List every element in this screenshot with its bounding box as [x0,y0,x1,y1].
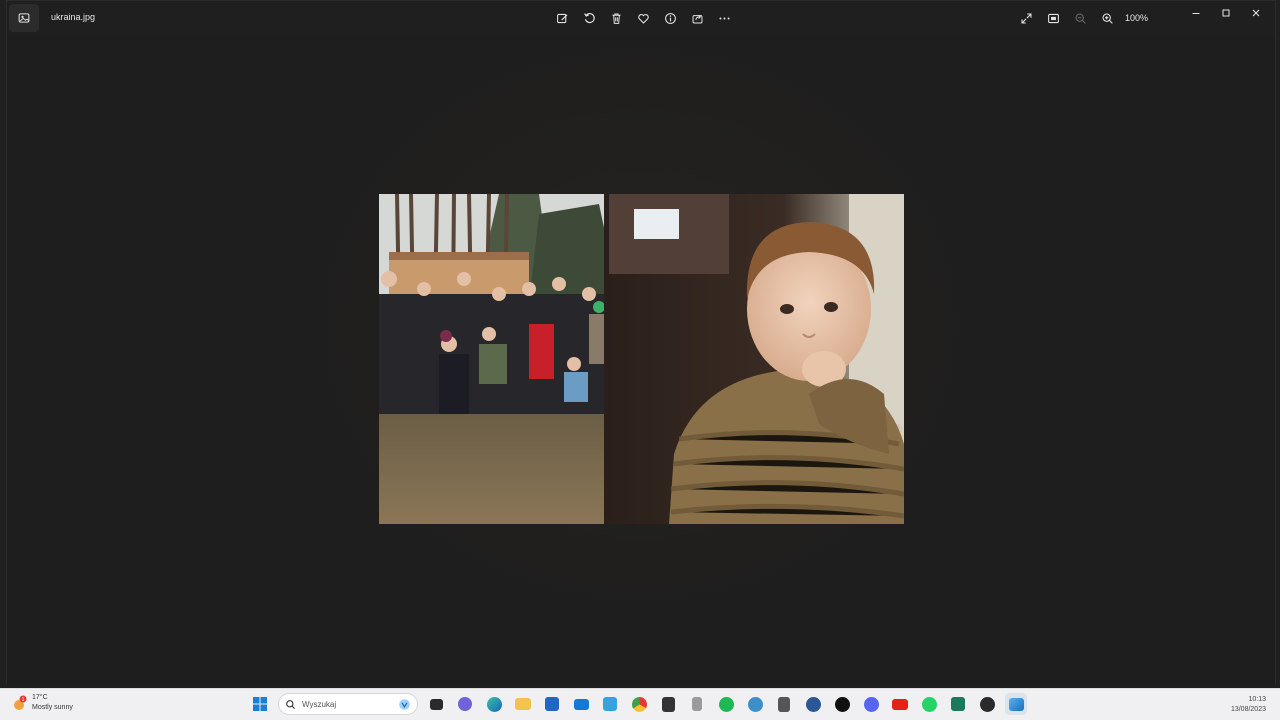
youtube-app-button[interactable] [889,693,911,715]
tiktok-icon [834,696,850,712]
copilot-icon [399,698,410,710]
trash-icon [611,13,621,24]
system-clock[interactable]: 10:13 13/08/2023 [1231,695,1266,715]
start-button[interactable] [249,693,271,715]
expand-icon [1021,13,1031,23]
rotate-button[interactable] [578,7,600,29]
edge-icon [486,696,502,712]
taskbar-apps: Wyszukaj [249,693,1027,715]
shield-icon [661,696,675,712]
photos-app-button[interactable] [1005,693,1027,715]
favorite-button[interactable] [632,7,654,29]
signal-icon [805,696,821,712]
discord-app-button[interactable] [860,693,882,715]
security-icon [778,696,790,712]
windows-logo-icon [253,697,267,711]
tools-app-button[interactable] [686,693,708,715]
fit-to-window-button[interactable] [1042,7,1064,29]
task-view-icon [429,698,443,710]
image-toolbar [551,7,735,29]
tiktok-app-button[interactable] [831,693,853,715]
network-app-button[interactable] [744,693,766,715]
whatsapp-app-button[interactable] [918,693,940,715]
edit-image-button[interactable] [551,7,573,29]
file-explorer-button[interactable] [512,693,534,715]
edge-app-button[interactable] [483,693,505,715]
info-button[interactable] [659,7,681,29]
editor-icon [951,697,965,711]
pen-icon [603,697,617,711]
rotate-icon [583,12,595,23]
search-icon [286,699,296,709]
youtube-icon [892,698,908,710]
maximize-button[interactable] [1211,1,1241,25]
spotify-icon [718,696,734,712]
taskbar: 1 17°C Mostly sunny Wyszukaj 10:13 13/08… [0,688,1280,720]
mail-icon [573,698,589,710]
chrome-icon [631,696,647,712]
discord-icon [863,696,879,712]
more-icon [718,17,730,19]
more-button[interactable] [713,7,735,29]
fullscreen-button[interactable] [1015,7,1037,29]
close-icon [1252,9,1260,17]
info-icon [664,12,676,24]
zoom-out-button[interactable] [1069,7,1091,29]
photos-app-icon[interactable] [9,4,39,32]
heart-icon [637,13,649,24]
window-controls [1181,1,1271,25]
zoom-in-button[interactable] [1096,7,1118,29]
clock-time: 10:13 [1248,696,1266,703]
network-icon [747,696,763,712]
photo-collage-image [379,194,904,524]
photos-window: ukraina.jpg 100% [6,0,1276,685]
minimize-icon [1192,13,1200,14]
weather-badge: 1 [22,697,25,703]
chat-app-button[interactable] [454,693,476,715]
file-name: ukraina.jpg [51,12,96,22]
share-button[interactable] [686,7,708,29]
title-bar: ukraina.jpg 100% [7,1,1275,35]
editor-app-button[interactable] [947,693,969,715]
zoom-out-icon [1075,13,1086,24]
displayed-photo[interactable] [379,194,904,524]
delete-button[interactable] [605,7,627,29]
security-app-button[interactable] [773,693,795,715]
zoom-level[interactable]: 100% [1125,13,1148,23]
store-icon [545,697,559,711]
task-view-button[interactable] [425,693,447,715]
mail-app-button[interactable] [570,693,592,715]
clock-date: 13/08/2023 [1230,706,1266,713]
weather-temperature: 17°C [32,694,48,701]
folder-icon [515,698,531,710]
weather-widget[interactable]: 1 17°C Mostly sunny [12,693,73,713]
fit-window-icon [1047,13,1059,23]
weather-condition: Mostly sunny [32,704,73,711]
minimize-button[interactable] [1181,1,1211,25]
close-button[interactable] [1241,1,1271,25]
spotify-app-button[interactable] [715,693,737,715]
whatsapp-icon [921,696,937,712]
pen-app-button[interactable] [599,693,621,715]
chat-icon [458,697,472,711]
obs-icon [979,696,995,712]
obs-app-button[interactable] [976,693,998,715]
chrome-app-button[interactable] [628,693,650,715]
taskbar-search[interactable]: Wyszukaj [278,693,418,715]
share-icon [692,14,702,23]
image-canvas[interactable] [7,35,1275,685]
shield-app-button[interactable] [657,693,679,715]
wrench-icon [692,697,702,711]
sun-icon: 1 [12,695,28,711]
search-input[interactable]: Wyszukaj [302,700,392,709]
store-app-button[interactable] [541,693,563,715]
photos-icon [1008,697,1024,711]
zoom-in-icon [1102,13,1113,24]
edit-icon [556,13,567,23]
view-toolbar: 100% [1015,7,1148,29]
signal-app-button[interactable] [802,693,824,715]
maximize-icon [1222,9,1230,17]
